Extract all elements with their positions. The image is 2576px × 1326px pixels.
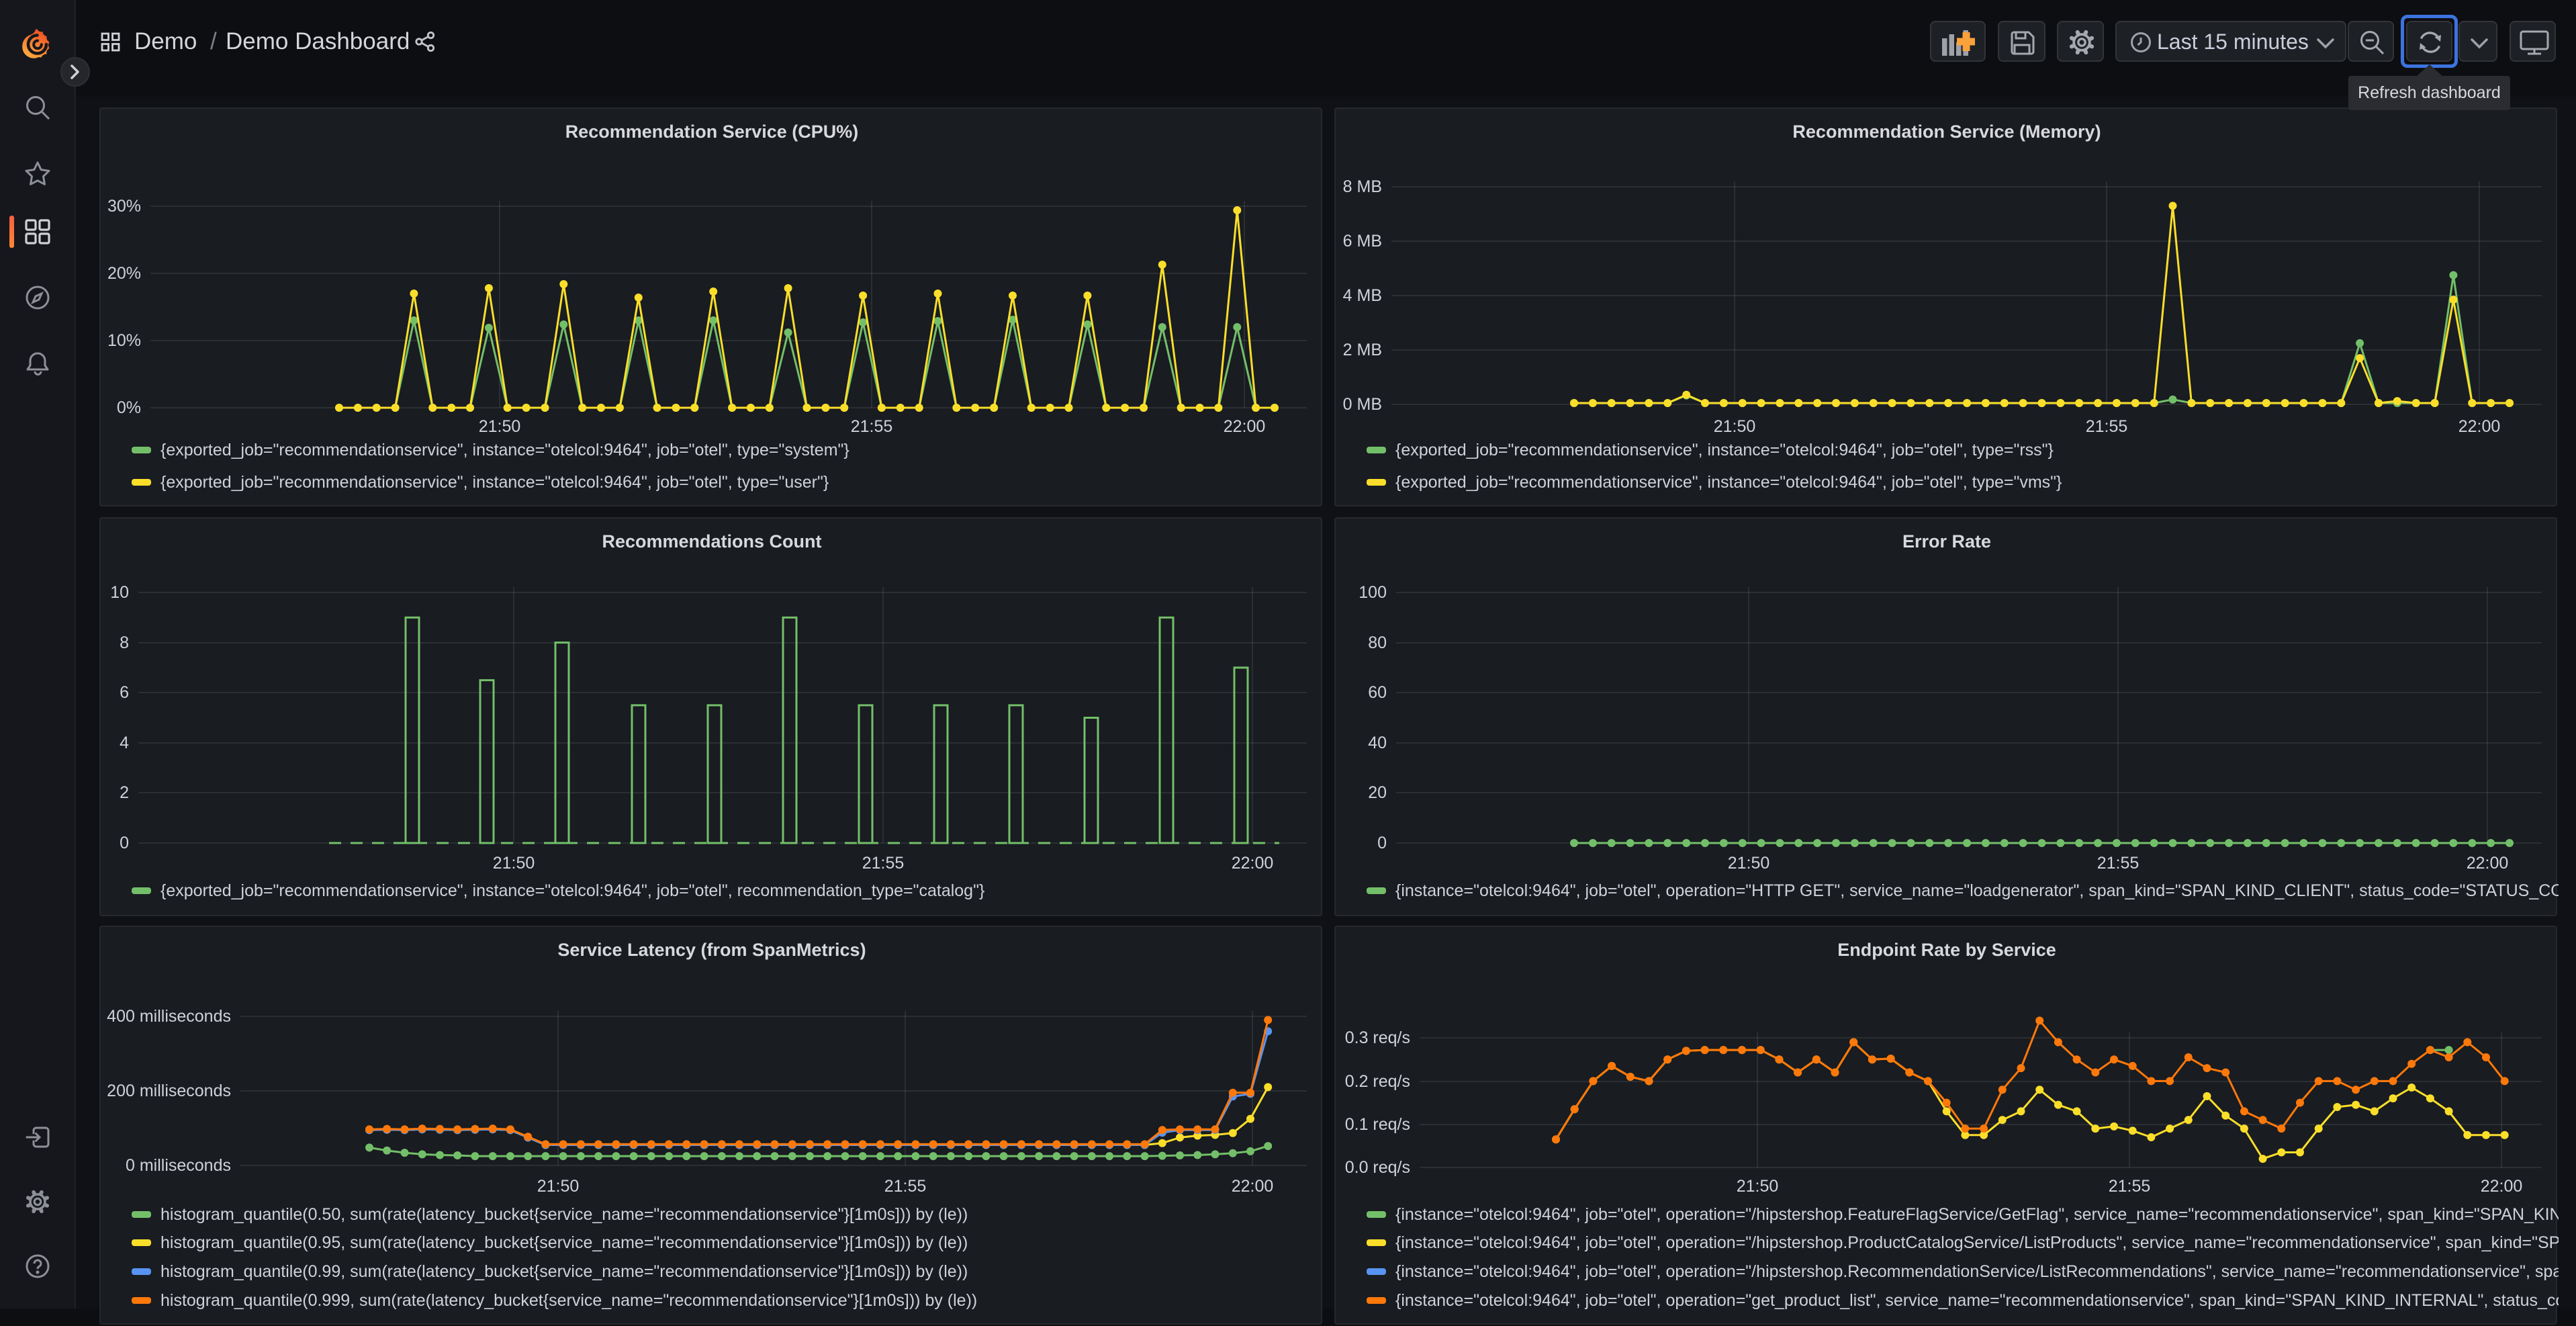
svg-text:2: 2 bbox=[120, 783, 129, 802]
svg-text:22:00: 22:00 bbox=[1232, 1177, 1274, 1196]
svg-text:{exported_job="recommendations: {exported_job="recommendationservice", i… bbox=[1395, 473, 2062, 492]
svg-text:4: 4 bbox=[120, 734, 129, 752]
svg-text:6: 6 bbox=[120, 683, 129, 702]
svg-text:0.1 req/s: 0.1 req/s bbox=[1345, 1115, 1410, 1134]
svg-text:0 MB: 0 MB bbox=[1343, 395, 1382, 414]
svg-text:8 MB: 8 MB bbox=[1343, 177, 1382, 196]
svg-text:{instance="otelcol:9464", job=: {instance="otelcol:9464", job="otel", op… bbox=[1395, 881, 2559, 900]
svg-text:histogram_quantile(0.999, sum(: histogram_quantile(0.999, sum(rate(laten… bbox=[160, 1291, 977, 1310]
svg-text:6 MB: 6 MB bbox=[1343, 232, 1382, 251]
svg-text:22:00: 22:00 bbox=[2458, 417, 2501, 436]
svg-text:{exported_job="recommendations: {exported_job="recommendationservice", i… bbox=[1395, 441, 2054, 459]
svg-text:22:00: 22:00 bbox=[1224, 417, 1266, 436]
svg-text:Endpoint Rate by Service: Endpoint Rate by Service bbox=[1837, 940, 2056, 960]
svg-text:21:50: 21:50 bbox=[537, 1177, 580, 1196]
svg-text:Recommendation Service (Memory: Recommendation Service (Memory) bbox=[1792, 122, 2101, 142]
svg-text:21:55: 21:55 bbox=[851, 417, 893, 436]
svg-text:{exported_job="recommendations: {exported_job="recommendationservice", i… bbox=[160, 441, 849, 459]
svg-text:21:55: 21:55 bbox=[2097, 854, 2140, 873]
svg-text:0 milliseconds: 0 milliseconds bbox=[126, 1156, 231, 1175]
svg-text:Recommendations Count: Recommendations Count bbox=[602, 531, 821, 551]
svg-text:{instance="otelcol:9464", job=: {instance="otelcol:9464", job="otel", op… bbox=[1395, 1291, 2559, 1310]
svg-text:8: 8 bbox=[120, 633, 129, 652]
svg-text:21:50: 21:50 bbox=[479, 417, 521, 436]
svg-text:21:55: 21:55 bbox=[862, 854, 905, 873]
svg-text:10: 10 bbox=[110, 583, 129, 602]
svg-text:100: 100 bbox=[1359, 583, 1387, 602]
svg-text:20: 20 bbox=[1368, 783, 1387, 802]
svg-text:40: 40 bbox=[1368, 734, 1387, 752]
svg-text:60: 60 bbox=[1368, 683, 1387, 702]
svg-text:21:50: 21:50 bbox=[1728, 854, 1770, 873]
svg-text:400 milliseconds: 400 milliseconds bbox=[107, 1007, 231, 1026]
svg-text:Error Rate: Error Rate bbox=[1902, 531, 1991, 551]
svg-text:histogram_quantile(0.95, sum(r: histogram_quantile(0.95, sum(rate(latenc… bbox=[160, 1233, 968, 1252]
svg-text:80: 80 bbox=[1368, 633, 1387, 652]
svg-text:Service Latency (from SpanMetr: Service Latency (from SpanMetrics) bbox=[557, 940, 866, 960]
svg-text:21:55: 21:55 bbox=[884, 1177, 927, 1196]
svg-text:22:00: 22:00 bbox=[2481, 1177, 2523, 1196]
svg-text:0: 0 bbox=[120, 834, 129, 852]
svg-text:30%: 30% bbox=[107, 197, 141, 216]
svg-text:21:55: 21:55 bbox=[2109, 1177, 2151, 1196]
svg-text:22:00: 22:00 bbox=[2467, 854, 2509, 873]
svg-text:0.0 req/s: 0.0 req/s bbox=[1345, 1158, 1410, 1177]
svg-text:{instance="otelcol:9464", job=: {instance="otelcol:9464", job="otel", op… bbox=[1395, 1262, 2559, 1281]
svg-text:{exported_job="recommendations: {exported_job="recommendationservice", i… bbox=[160, 881, 984, 900]
svg-text:{instance="otelcol:9464", job=: {instance="otelcol:9464", job="otel", op… bbox=[1395, 1233, 2559, 1252]
svg-text:22:00: 22:00 bbox=[1232, 854, 1274, 873]
svg-text:histogram_quantile(0.99, sum(r: histogram_quantile(0.99, sum(rate(latenc… bbox=[160, 1262, 968, 1281]
svg-text:2 MB: 2 MB bbox=[1343, 341, 1382, 359]
svg-text:{exported_job="recommendations: {exported_job="recommendationservice", i… bbox=[160, 473, 829, 492]
svg-text:21:50: 21:50 bbox=[493, 854, 535, 873]
svg-text:{instance="otelcol:9464", job=: {instance="otelcol:9464", job="otel", op… bbox=[1395, 1205, 2559, 1224]
svg-text:0.3 req/s: 0.3 req/s bbox=[1345, 1028, 1410, 1047]
svg-text:21:50: 21:50 bbox=[1714, 417, 1756, 436]
svg-text:Recommendation Service (CPU%): Recommendation Service (CPU%) bbox=[565, 122, 859, 142]
svg-text:histogram_quantile(0.50, sum(r: histogram_quantile(0.50, sum(rate(latenc… bbox=[160, 1205, 968, 1224]
svg-text:200 milliseconds: 200 milliseconds bbox=[107, 1081, 231, 1100]
svg-text:10%: 10% bbox=[107, 331, 141, 350]
svg-text:21:50: 21:50 bbox=[1737, 1177, 1779, 1196]
svg-text:0.2 req/s: 0.2 req/s bbox=[1345, 1072, 1410, 1091]
svg-text:21:55: 21:55 bbox=[2086, 417, 2128, 436]
svg-text:20%: 20% bbox=[107, 264, 141, 283]
svg-text:4 MB: 4 MB bbox=[1343, 286, 1382, 305]
svg-text:0: 0 bbox=[1377, 834, 1387, 852]
svg-text:0%: 0% bbox=[117, 398, 141, 417]
